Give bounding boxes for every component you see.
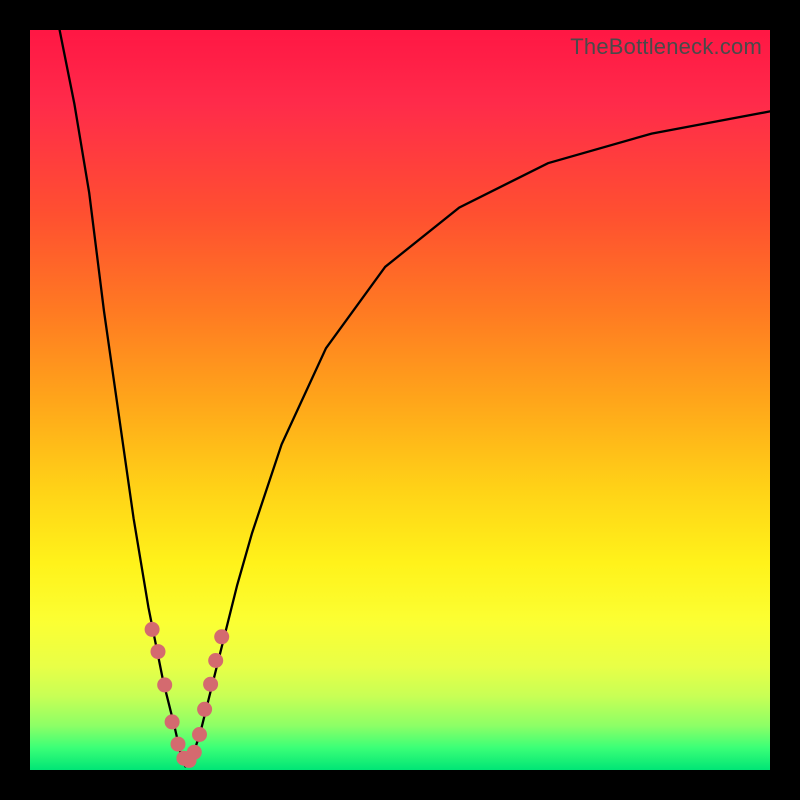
curve-marker — [192, 727, 207, 742]
curve-marker — [187, 745, 202, 760]
plot-area: TheBottleneck.com — [30, 30, 770, 770]
curve-marker — [203, 677, 218, 692]
curve-marker — [208, 653, 223, 668]
chart-frame: TheBottleneck.com — [0, 0, 800, 800]
curve-marker — [151, 644, 166, 659]
curve-marker — [145, 622, 160, 637]
curve-right-branch — [185, 111, 770, 766]
chart-svg — [30, 30, 770, 770]
curve-marker — [165, 714, 180, 729]
curve-marker — [197, 702, 212, 717]
curve-marker — [171, 737, 186, 752]
curve-marker — [157, 677, 172, 692]
curve-markers-group — [145, 622, 230, 768]
curve-left-branch — [60, 30, 186, 766]
curve-marker — [214, 629, 229, 644]
